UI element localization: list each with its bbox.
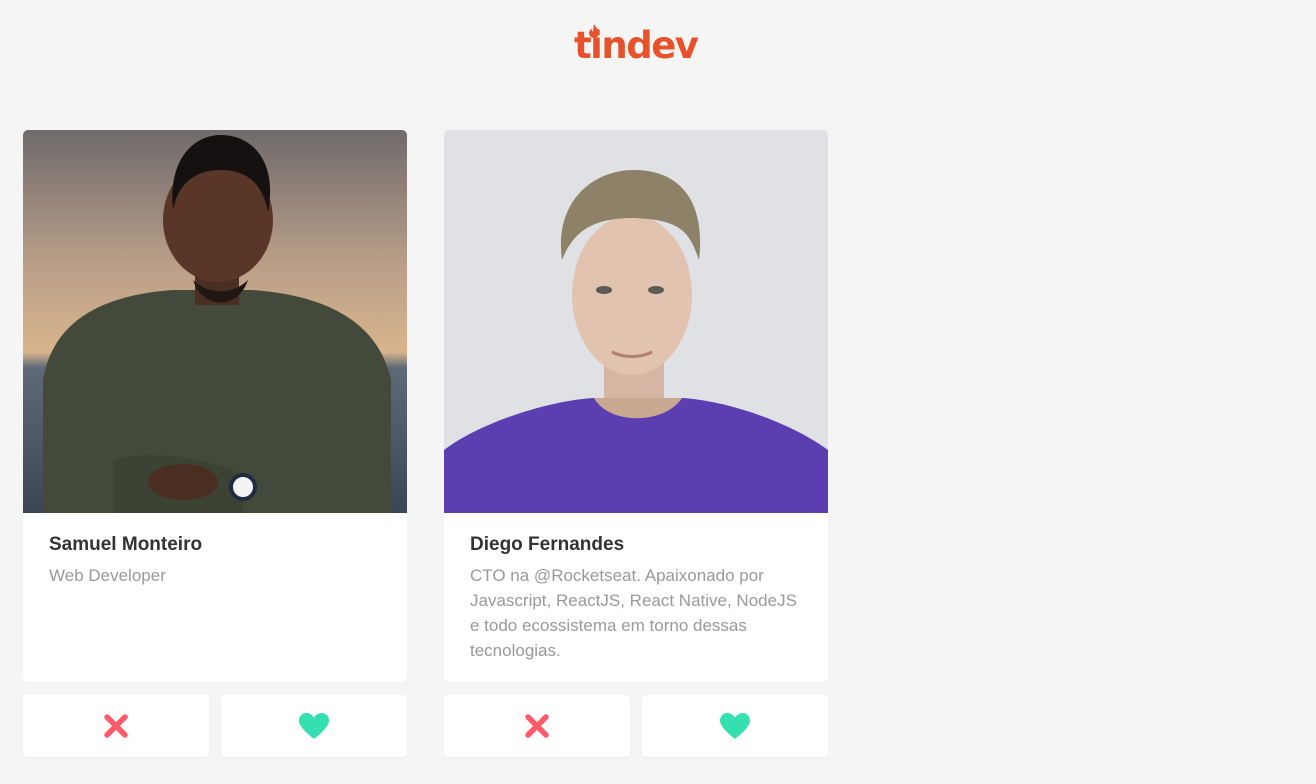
like-button[interactable] bbox=[642, 695, 828, 757]
developer-bio: Web Developer bbox=[49, 566, 166, 585]
developer-card: Diego Fernandes CTO na @Rocketseat. Apai… bbox=[444, 130, 828, 757]
action-buttons bbox=[23, 695, 407, 757]
dislike-button[interactable] bbox=[23, 695, 209, 757]
developer-info: Diego Fernandes CTO na @Rocketseat. Apai… bbox=[444, 513, 828, 682]
avatar-photo bbox=[23, 130, 407, 513]
developer-card: Samuel Monteiro Web Developer bbox=[23, 130, 407, 757]
x-icon bbox=[525, 714, 549, 738]
flame-icon bbox=[589, 24, 599, 38]
developer-name: Diego Fernandes bbox=[470, 534, 625, 555]
heart-icon bbox=[720, 713, 750, 739]
developer-card-body: Samuel Monteiro Web Developer bbox=[23, 130, 407, 682]
tindev-logo[interactable]: tindev bbox=[574, 18, 699, 64]
avatar-photo bbox=[444, 130, 828, 513]
developer-list: Samuel Monteiro Web Developer Diego Fern… bbox=[23, 130, 828, 757]
x-icon bbox=[104, 714, 128, 738]
dislike-button[interactable] bbox=[444, 695, 630, 757]
developer-bio: CTO na @Rocketseat. Apaixonado por Javas… bbox=[470, 566, 797, 660]
developer-name: Samuel Monteiro bbox=[49, 534, 203, 555]
action-buttons bbox=[444, 695, 828, 757]
heart-icon bbox=[299, 713, 329, 739]
developer-info: Samuel Monteiro Web Developer bbox=[23, 513, 407, 682]
developer-card-body: Diego Fernandes CTO na @Rocketseat. Apai… bbox=[444, 130, 828, 682]
like-button[interactable] bbox=[221, 695, 407, 757]
